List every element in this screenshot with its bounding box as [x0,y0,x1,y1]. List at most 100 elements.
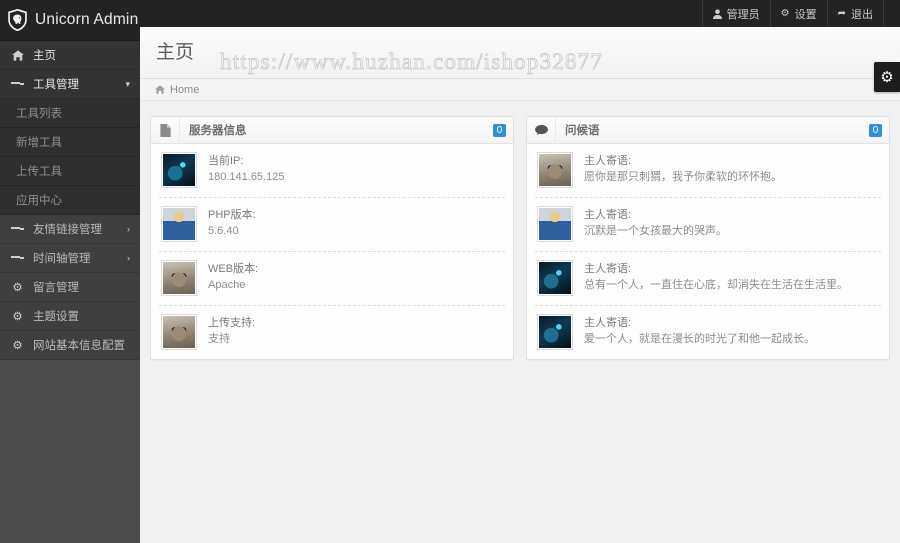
sidebar-subitem-label: 工具列表 [16,108,62,120]
item-value: 爱一个人，就是在漫长的时光了和他一起成长。 [584,333,815,345]
sidebar-item-label: 主题设置 [33,311,79,323]
home-icon [11,49,24,61]
topbar: 管理员 ⚙ 设置 ➦ 退出 [140,0,900,27]
sidebar-item-label: 主页 [33,50,56,62]
item-value: 支持 [208,333,230,345]
list-item: 主人寄语: 沉默是一个女孩最大的哭声。 [535,198,881,252]
item-value: 总有一个人，一直住在心底，却消失在生活在生活里。 [584,279,848,291]
avatar [161,260,197,296]
avatar [161,152,197,188]
topbar-link-label: 退出 [851,8,873,21]
avatar [537,314,573,350]
list-item: 上传支持: 支持 [159,306,505,359]
sidebar-subitem-label: 应用中心 [16,195,62,207]
settings-panel-toggle[interactable]: ⚙ [874,62,900,92]
list-item: PHP版本: 5.6.40 [159,198,505,252]
avatar [161,314,197,350]
item-value: 5.6.40 [208,225,239,237]
gear-icon: ⚙ [880,69,894,86]
panel-header: 问候语 0 [527,117,889,144]
avatar [537,260,573,296]
chevron-right-icon: › [127,224,130,234]
item-label: 主人寄语: [584,263,632,275]
panel-greeting: 问候语 0 主人寄语: 愿你是那只刺猬，我予你柔软的环怀抱。 主人寄语: 沉默是… [526,116,890,360]
panel-header: 服务器信息 0 [151,117,513,144]
sidebar-subitem-tool-list[interactable]: 工具列表 [0,99,140,128]
chevron-right-icon: › [127,253,130,263]
item-value: 180.141.65.125 [208,171,285,183]
sidebar-item-tool-management[interactable]: 工具管理 ▾ [0,70,140,99]
sidebar-nav: 主页 工具管理 ▾ 工具列表 新增工具 上传工具 应用中心 友情链接管理 › 时… [0,41,147,360]
sidebar-subitem-label: 上传工具 [16,166,62,178]
topbar-link-label: 设置 [794,8,817,21]
item-label: 主人寄语: [584,317,632,329]
admin-dashboard: Unicorn Admin 主页 工具管理 ▾ 工具列表 新增工具 上传工具 应… [0,0,900,543]
item-value: 愿你是那只刺猬，我予你柔软的环怀抱。 [584,171,782,183]
item-label: 主人寄语: [584,155,632,167]
chevron-down-icon: ▾ [125,78,130,89]
item-value: Apache [208,279,246,291]
list-item: 主人寄语: 愿你是那只刺猬，我予你柔软的环怀抱。 [535,144,881,198]
sidebar-item-friend-links[interactable]: 友情链接管理 › [0,215,140,244]
item-label: PHP版本: [208,209,256,221]
sidebar-item-home[interactable]: 主页 [0,41,147,70]
topbar-logout-link[interactable]: ➦ 退出 [826,0,884,27]
list-icon [11,227,24,231]
sidebar-item-messages[interactable]: ⚙ 留言管理 [0,273,140,302]
panel-title: 问候语 [565,125,600,137]
shield-unicorn-icon [7,8,28,32]
sidebar-item-theme-settings[interactable]: ⚙ 主题设置 [0,302,140,331]
comment-icon [527,117,556,143]
sidebar-item-site-config[interactable]: ⚙ 网站基本信息配置 [0,331,140,360]
sidebar-item-label: 网站基本信息配置 [33,340,125,352]
home-icon [155,85,165,94]
item-label: 主人寄语: [584,209,632,221]
page-title: 主页 [156,42,195,63]
topbar-admin-link[interactable]: 管理员 [701,0,770,27]
user-icon [712,8,722,19]
sidebar-subitem-label: 新增工具 [16,137,62,149]
list-item: 主人寄语: 爱一个人，就是在漫长的时光了和他一起成长。 [535,306,881,359]
brand-logo[interactable]: Unicorn Admin [0,0,140,41]
gear-icon: ⚙ [12,311,23,323]
avatar [537,206,573,242]
topbar-link-label: 管理员 [726,8,760,21]
avatar [161,206,197,242]
list-icon [11,256,24,260]
panel-body: 主人寄语: 愿你是那只刺猬，我予你柔软的环怀抱。 主人寄语: 沉默是一个女孩最大… [527,144,889,359]
gear-icon: ⚙ [12,340,23,352]
signout-icon: ➦ [837,8,846,19]
sidebar-subitem-upload-tool[interactable]: 上传工具 [0,157,140,186]
item-value: 沉默是一个女孩最大的哭声。 [584,225,727,237]
list-icon [11,82,24,86]
panel-title: 服务器信息 [189,125,247,137]
breadcrumb: Home [140,79,900,101]
watermark-text: https://www.huzhan.com/ishop32877 [220,49,604,75]
sidebar-item-label: 工具管理 [33,79,79,91]
gear-icon: ⚙ [12,282,23,294]
list-item: 主人寄语: 总有一个人，一直住在心底，却消失在生活在生活里。 [535,252,881,306]
item-label: 上传支持: [208,317,256,329]
status-badge: 0 [493,123,506,137]
file-icon [151,117,180,143]
status-badge: 0 [869,123,882,137]
sidebar-item-label: 友情链接管理 [33,224,102,236]
page-header: 主页 https://www.huzhan.com/ishop32877 [140,27,900,79]
panel-body: 当前IP: 180.141.65.125 PHP版本: 5.6.40 WEB版本… [151,144,513,359]
avatar [537,152,573,188]
sidebar-subitem-app-center[interactable]: 应用中心 [0,186,140,215]
gear-icon: ⚙ [780,8,790,19]
list-item: WEB版本: Apache [159,252,505,306]
item-label: 当前IP: [208,155,244,167]
topbar-settings-link[interactable]: ⚙ 设置 [769,0,827,27]
brand-name: Unicorn Admin [35,11,139,28]
sidebar-subitem-add-tool[interactable]: 新增工具 [0,128,140,157]
main-content: 服务器信息 0 当前IP: 180.141.65.125 PHP版本: 5.6.… [140,101,900,543]
item-label: WEB版本: [208,263,259,275]
sidebar-submenu-tool-management: 工具列表 新增工具 上传工具 应用中心 [0,99,140,215]
sidebar-item-label: 留言管理 [33,282,79,294]
breadcrumb-item-home: Home [170,83,200,96]
list-item: 当前IP: 180.141.65.125 [159,144,505,198]
panel-server-info: 服务器信息 0 当前IP: 180.141.65.125 PHP版本: 5.6.… [150,116,514,360]
sidebar-item-timeline[interactable]: 时间轴管理 › [0,244,140,273]
